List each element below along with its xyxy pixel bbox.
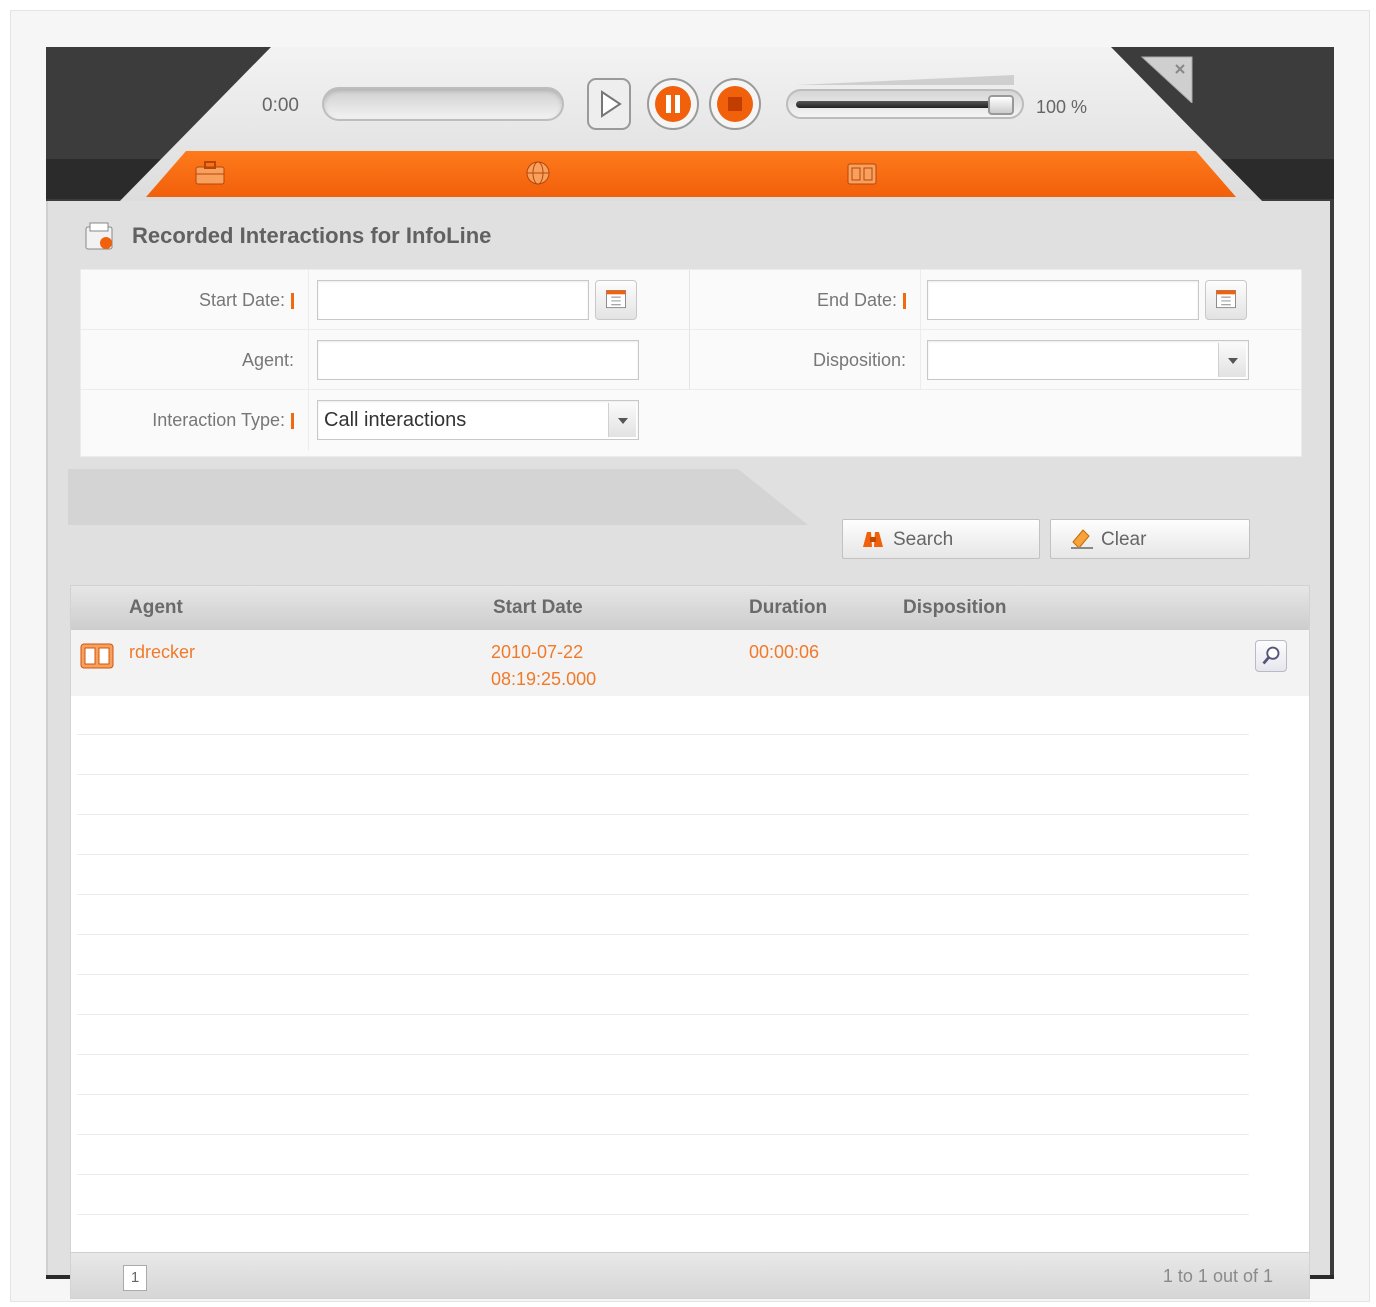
globe-icon[interactable] xyxy=(522,160,554,186)
playback-progress[interactable] xyxy=(322,87,564,121)
required-marker xyxy=(903,293,906,310)
row-duration: 00:00:06 xyxy=(749,642,820,662)
search-button-label: Search xyxy=(893,529,954,550)
binoculars-icon xyxy=(863,532,883,547)
column-header-duration[interactable]: Duration xyxy=(749,597,827,619)
row-divider xyxy=(77,774,1249,775)
required-marker xyxy=(291,413,294,430)
volume-scale xyxy=(796,75,1014,85)
stop-icon[interactable] xyxy=(708,77,762,131)
interaction-type-select[interactable]: Call interactions xyxy=(317,400,639,440)
required-marker xyxy=(291,293,294,310)
grid-footer: 1 1 to 1 out of 1 xyxy=(71,1252,1309,1298)
recording-window: 0:00 100 % Recorded Interactions for Inf… xyxy=(46,47,1334,1299)
interaction-type-value: Call interactions xyxy=(324,409,467,431)
pager-summary: 1 to 1 out of 1 xyxy=(1162,1266,1273,1286)
row-divider xyxy=(77,734,1249,735)
calendar-icon[interactable] xyxy=(1205,280,1247,320)
agent-input[interactable] xyxy=(317,340,639,380)
end-date-label-cell: End Date: xyxy=(691,270,921,330)
interaction-type-label-cell: Interaction Type: xyxy=(81,390,309,450)
row-divider xyxy=(77,1174,1249,1175)
row-divider xyxy=(77,854,1249,855)
pause-icon[interactable] xyxy=(646,77,700,131)
volume-handle[interactable] xyxy=(988,95,1014,115)
play-icon[interactable] xyxy=(584,77,634,131)
page-number-button[interactable]: 1 xyxy=(123,1265,147,1291)
disposition-select[interactable] xyxy=(927,340,1249,380)
agent-label-cell: Agent: xyxy=(81,330,309,390)
row-divider xyxy=(77,1014,1249,1015)
search-button[interactable]: Search xyxy=(842,519,1040,559)
form-row-agent: Agent: Disposition: xyxy=(81,330,1301,390)
page-title: Recorded Interactions for InfoLine xyxy=(132,223,492,248)
row-divider xyxy=(77,1054,1249,1055)
row-divider xyxy=(77,974,1249,975)
search-form: Start Date: End Date: Agent: Disposition… xyxy=(80,269,1302,457)
volume-level xyxy=(796,101,1014,108)
tab-bar xyxy=(146,151,1236,197)
start-date-input[interactable] xyxy=(317,280,589,320)
main-panel: Recorded Interactions for InfoLine Start… xyxy=(46,201,1330,1299)
calendar-icon[interactable] xyxy=(595,280,637,320)
row-divider xyxy=(77,894,1249,895)
disposition-label: Disposition: xyxy=(812,350,906,370)
end-date-label: End Date: xyxy=(816,290,897,310)
table-row[interactable]: rdrecker 2010-07-22 08:19:25.000 00:00:0… xyxy=(71,630,1309,696)
row-start-time: 08:19:25.000 xyxy=(491,669,597,689)
recording-folder-icon xyxy=(85,222,113,250)
row-divider xyxy=(77,1094,1249,1095)
form-row-type: Interaction Type: Call interactions xyxy=(81,390,1301,450)
eraser-icon xyxy=(1071,529,1093,549)
results-grid: Agent Start Date Duration Disposition rd… xyxy=(70,585,1310,1299)
clear-button-label: Clear xyxy=(1101,529,1147,550)
magnifier-icon[interactable] xyxy=(1255,640,1287,672)
clear-button[interactable]: Clear xyxy=(1050,519,1250,559)
row-agent[interactable]: rdrecker xyxy=(129,639,195,666)
grid-header: Agent Start Date Duration Disposition xyxy=(71,586,1309,630)
row-divider xyxy=(77,1214,1249,1215)
action-strip xyxy=(68,469,808,525)
disposition-label-cell: Disposition: xyxy=(691,330,921,390)
volume-label: 100 % xyxy=(1036,97,1088,117)
start-date-label: Start Date: xyxy=(198,290,285,310)
end-date-input[interactable] xyxy=(927,280,1199,320)
column-header-agent[interactable]: Agent xyxy=(129,597,183,619)
chevron-down-icon[interactable] xyxy=(608,403,636,437)
interaction-type-label: Interaction Type: xyxy=(152,410,285,430)
start-date-label-cell: Start Date: xyxy=(81,270,309,330)
chevron-down-icon[interactable] xyxy=(1218,343,1246,377)
row-divider xyxy=(77,934,1249,935)
agent-label: Agent: xyxy=(241,350,294,370)
form-row-dates: Start Date: End Date: xyxy=(81,270,1301,330)
volume-slider[interactable] xyxy=(786,89,1024,119)
recording-icon xyxy=(80,643,114,669)
row-divider xyxy=(77,814,1249,815)
column-header-start-date[interactable]: Start Date xyxy=(493,597,583,619)
recorder-icon[interactable] xyxy=(846,160,878,186)
elapsed-time: 0:00 xyxy=(262,95,299,116)
row-divider xyxy=(77,1134,1249,1135)
column-header-disposition[interactable]: Disposition xyxy=(903,597,1006,619)
row-start-date: 2010-07-22 xyxy=(491,642,584,662)
briefcase-icon[interactable] xyxy=(194,160,226,186)
collapse-corner-icon[interactable] xyxy=(1138,51,1194,103)
